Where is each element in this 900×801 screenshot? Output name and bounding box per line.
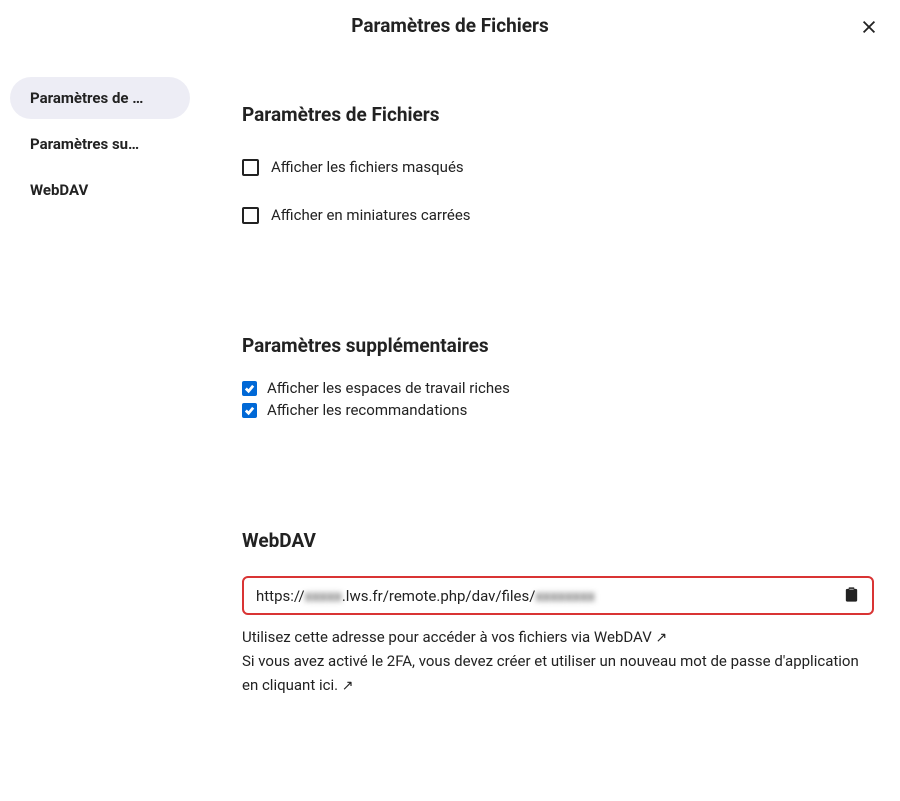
webdav-2fa-text: Si vous avez activé le 2FA, vous devez c…: [242, 649, 874, 697]
external-link-icon: ↗: [655, 630, 667, 646]
sidebar-item-label: WebDAV: [30, 181, 88, 199]
sidebar-item-additional[interactable]: Paramètres su…: [10, 123, 190, 165]
section-files-settings: Paramètres de Fichiers Afficher les fich…: [242, 103, 874, 224]
checkbox-label: Afficher les recommandations: [267, 401, 467, 419]
checkbox-checked-icon: [242, 381, 257, 396]
section-webdav: WebDAV https://xxxxx.lws.fr/remote.php/d…: [242, 529, 874, 698]
option-show-hidden-files[interactable]: Afficher les fichiers masqués: [242, 158, 874, 176]
modal-title: Paramètres de Fichiers: [351, 14, 549, 37]
option-square-thumbnails[interactable]: Afficher en miniatures carrées: [242, 206, 874, 224]
option-rich-workspaces[interactable]: Afficher les espaces de travail riches: [242, 379, 874, 397]
webdav-url-part: .lws.fr/remote.php/dav/files/: [342, 587, 536, 605]
sidebar-item-label: Paramètres su…: [30, 135, 139, 153]
webdav-url-hidden: xxxxxxxx: [535, 587, 595, 605]
checkbox-label: Afficher en miniatures carrées: [271, 206, 471, 224]
webdav-app-password-link[interactable]: en cliquant ici. ↗: [242, 676, 354, 694]
checkbox-label: Afficher les fichiers masqués: [271, 158, 464, 176]
close-icon: [860, 18, 878, 36]
checkbox-checked-icon: [242, 403, 257, 418]
section-additional-settings: Paramètres supplémentaires Afficher les …: [242, 334, 874, 419]
sidebar-item-label: Paramètres de …: [30, 89, 143, 107]
webdav-url-field[interactable]: https://xxxxx.lws.fr/remote.php/dav/file…: [242, 576, 874, 615]
copy-button[interactable]: [841, 584, 862, 608]
sidebar-item-webdav[interactable]: WebDAV: [10, 169, 190, 211]
section-title: Paramètres de Fichiers: [242, 103, 874, 126]
checkbox-label: Afficher les espaces de travail riches: [267, 379, 510, 397]
sidebar-item-files[interactable]: Paramètres de …: [10, 77, 190, 119]
checkbox-unchecked-icon: [242, 207, 259, 224]
settings-sidebar: Paramètres de … Paramètres su… WebDAV: [0, 77, 200, 801]
external-link-icon: ↗: [342, 678, 354, 694]
option-recommendations[interactable]: Afficher les recommandations: [242, 401, 874, 419]
files-settings-modal: Paramètres de Fichiers Paramètres de … P…: [0, 0, 900, 801]
settings-content: Paramètres de Fichiers Afficher les fich…: [200, 77, 900, 801]
checkbox-unchecked-icon: [242, 159, 259, 176]
webdav-url-hidden: xxxxx: [305, 587, 342, 605]
section-title: Paramètres supplémentaires: [242, 334, 874, 357]
modal-body: Paramètres de … Paramètres su… WebDAV Pa…: [0, 47, 900, 801]
clipboard-icon: [843, 586, 860, 603]
webdav-url-part: https://: [256, 587, 305, 605]
section-title: WebDAV: [242, 529, 874, 552]
webdav-help-text: Utilisez cette adresse pour accéder à vo…: [242, 625, 874, 649]
close-button[interactable]: [856, 14, 882, 40]
modal-header: Paramètres de Fichiers: [0, 0, 900, 47]
webdav-address-link[interactable]: Utilisez cette adresse pour accéder à vo…: [242, 628, 667, 646]
